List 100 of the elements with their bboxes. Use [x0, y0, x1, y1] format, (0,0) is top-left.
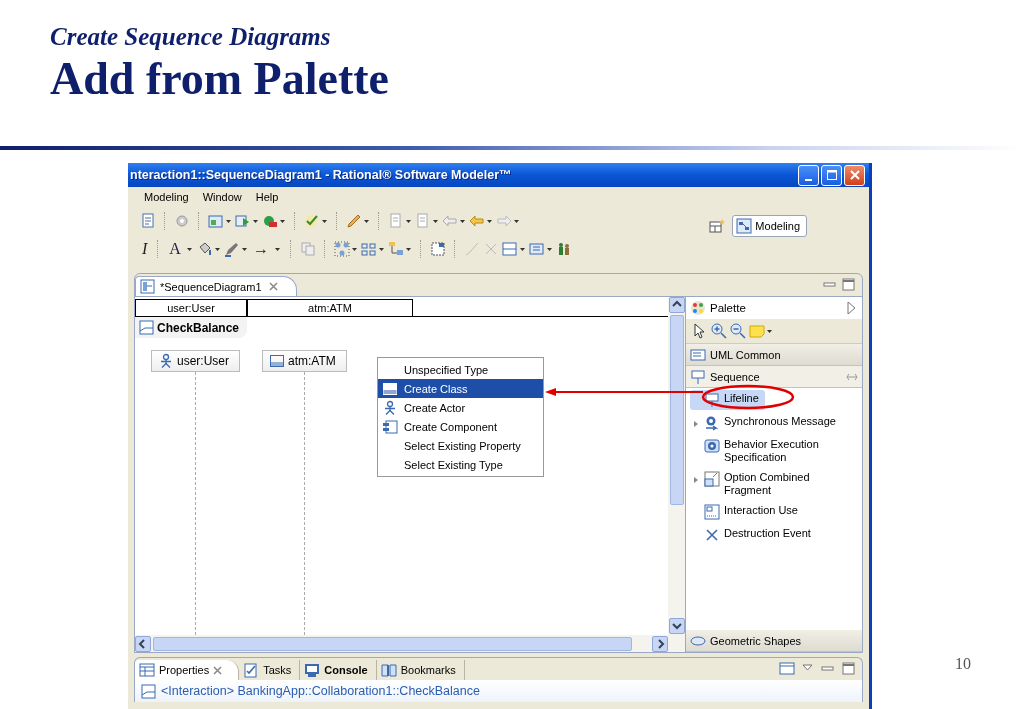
lifeline-head[interactable]: atm:ATM — [262, 350, 347, 372]
close-button[interactable] — [844, 164, 865, 186]
frame-name: CheckBalance — [157, 320, 240, 335]
window-icon[interactable] — [208, 213, 232, 229]
expand-icon — [694, 421, 698, 427]
arrow-left-icon[interactable] — [469, 213, 493, 229]
minimize-button[interactable] — [798, 164, 819, 186]
menu-item[interactable]: Create Component — [378, 417, 543, 436]
header-cell: user:User — [135, 299, 247, 316]
scroll-left-button[interactable] — [135, 635, 151, 652]
box-icon[interactable] — [501, 241, 526, 257]
record-icon[interactable] — [262, 213, 286, 229]
interaction-use-icon — [704, 504, 720, 520]
monitor-icon — [304, 662, 321, 678]
pencil-icon[interactable] — [346, 213, 370, 229]
arrow-left-icon — [138, 638, 148, 649]
collapse-arrow-icon[interactable] — [846, 301, 856, 315]
maximize-button[interactable] — [821, 164, 842, 186]
close-icon — [848, 169, 861, 181]
toolbar-button[interactable]: I — [140, 240, 150, 258]
maximize-icon[interactable] — [841, 661, 856, 676]
header-cell: atm:ATM — [247, 299, 413, 316]
drawer-header[interactable]: Sequence — [686, 366, 862, 388]
menu-item[interactable]: Unspecified Type — [378, 360, 543, 379]
slide-subtitle: Create Sequence Diagrams — [50, 22, 331, 52]
panel-tab[interactable]: Properties — [135, 660, 240, 680]
scroll-up-button[interactable] — [668, 297, 685, 313]
drawer-header[interactable]: Geometric Shapes — [686, 630, 862, 652]
tree-icon[interactable] — [387, 241, 412, 257]
scroll-down-button[interactable] — [668, 618, 685, 634]
palette-item[interactable]: Behavior Execution Specification — [690, 436, 856, 466]
actor-icon — [382, 399, 398, 416]
check-icon[interactable] — [304, 213, 328, 229]
lifeline-label: atm:ATM — [288, 354, 336, 368]
note-icon[interactable] — [749, 323, 773, 339]
maximize-icon — [825, 169, 838, 181]
frame-icon — [139, 320, 154, 335]
frame-icon — [141, 683, 156, 699]
lifeline-icon — [704, 392, 720, 408]
document-icon[interactable] — [415, 213, 439, 229]
message-icon — [704, 415, 720, 431]
maximize-icon[interactable] — [841, 277, 856, 292]
frame-icon[interactable] — [429, 241, 446, 257]
palette-item[interactable]: Option Combined Fragment — [690, 469, 856, 499]
toolbar-button[interactable]: → — [250, 240, 271, 258]
zoom-out-icon[interactable] — [730, 323, 746, 339]
class-icon — [269, 353, 285, 369]
menu-item[interactable]: Create Actor — [378, 398, 543, 417]
editor-tab[interactable]: *SequenceDiagram1 — [135, 276, 297, 296]
class-icon — [382, 380, 398, 397]
vertical-scrollbar[interactable] — [668, 297, 685, 652]
menu-item[interactable]: Create Class — [378, 379, 543, 398]
clipboard-icon — [243, 662, 260, 678]
run-icon[interactable] — [235, 213, 259, 229]
palette-item[interactable]: Interaction Use — [690, 502, 804, 522]
palette-title: Palette — [710, 302, 747, 314]
palette-item[interactable]: Destruction Event — [690, 525, 817, 545]
zoom-in-icon[interactable] — [711, 323, 727, 339]
expand-icon — [694, 477, 698, 483]
lifeline-icon — [690, 368, 706, 385]
page-number: 10 — [955, 655, 971, 674]
list-icon[interactable] — [528, 241, 553, 257]
view-menu-icon[interactable] — [779, 661, 795, 676]
menu-item[interactable]: Modeling — [144, 191, 189, 203]
arrow-left-icon[interactable] — [442, 213, 466, 229]
menu-item[interactable]: Help — [255, 191, 279, 203]
arrow-down-icon — [671, 621, 682, 631]
component-icon — [382, 418, 398, 435]
minimize-icon — [805, 178, 812, 181]
palette-item[interactable]: Synchronous Message — [690, 413, 842, 433]
diagram-icon — [736, 218, 753, 234]
toolbar-button[interactable]: A — [167, 240, 183, 258]
open-perspective-icon[interactable] — [709, 218, 727, 234]
window-title: nteraction1::SequenceDiagram1 - Rational® Software Modeler™ — [130, 168, 513, 182]
scroll-right-button[interactable] — [652, 635, 668, 652]
slide-title: Add from Palette — [50, 52, 389, 106]
drawer-header[interactable]: UML Common — [686, 344, 862, 366]
document-icon[interactable] — [388, 213, 412, 229]
close-icon[interactable] — [266, 280, 280, 293]
menu-item[interactable]: Window — [202, 191, 242, 203]
actor-icon — [158, 353, 174, 369]
arrow-right-icon[interactable] — [496, 213, 520, 229]
document-icon[interactable] — [140, 213, 156, 229]
horizontal-scrollbar[interactable] — [135, 635, 668, 652]
palette-icon — [690, 300, 706, 316]
menu-item[interactable]: Select Existing Property — [378, 436, 543, 455]
arrow-right-icon — [655, 638, 665, 649]
lifeline-label: user:User — [177, 354, 229, 368]
diagram-icon — [140, 279, 155, 294]
nodes-icon[interactable] — [333, 241, 358, 257]
element-path: <Interaction> BankingApp::Collaboration1::CheckBalance — [161, 684, 480, 698]
book-icon — [380, 662, 397, 678]
close-icon[interactable] — [213, 665, 223, 675]
grid-icon[interactable] — [360, 241, 385, 257]
pen-icon[interactable] — [223, 241, 248, 257]
cross-icon — [704, 527, 720, 543]
menu-item[interactable]: Select Existing Type — [378, 455, 543, 474]
lifeline-head[interactable]: user:User — [151, 350, 240, 372]
table-icon — [139, 662, 155, 678]
perspective-button[interactable]: Modeling — [732, 215, 807, 237]
